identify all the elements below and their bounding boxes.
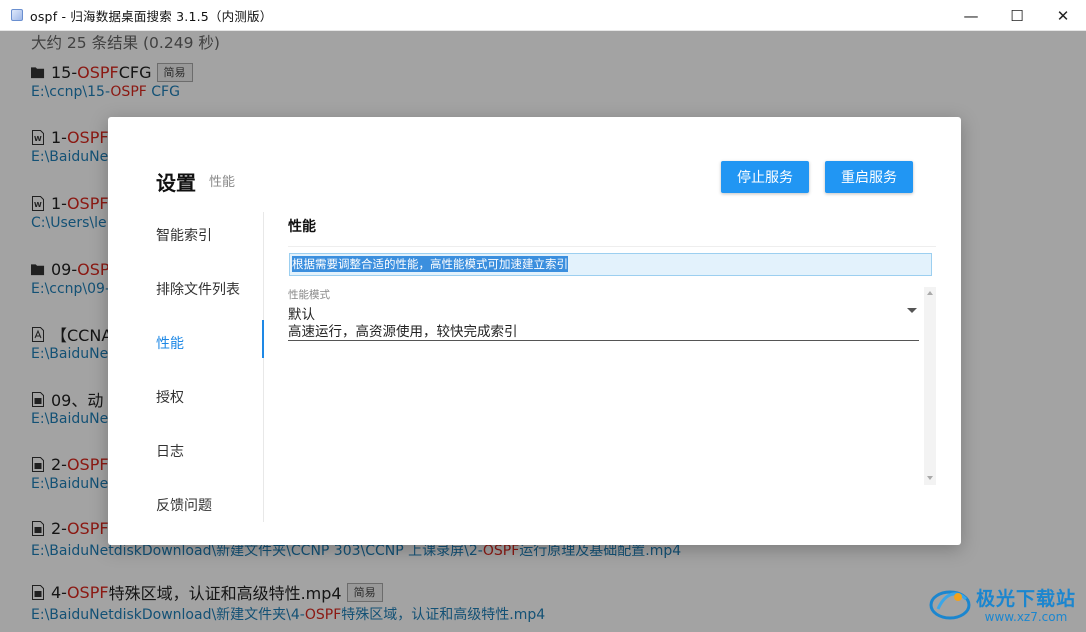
nav-item-performance[interactable]: 性能 [156,333,184,353]
settings-nav: 智能索引 排除文件列表 性能 授权 日志 反馈问题 [108,212,264,522]
section-divider [288,246,936,247]
performance-mode-label: 性能模式 [288,289,330,301]
window-title: ospf - 归海数据桌面搜索 3.1.5（内测版） [30,8,273,24]
nav-item-log[interactable]: 日志 [156,441,184,461]
watermark-url: www.xz7.com [984,610,1068,624]
dialog-title: 设置 [156,171,196,195]
performance-hint-text: 根据需要调整合适的性能，高性能模式可加速建立索引 [292,256,568,272]
maximize-button[interactable]: ☐ [994,0,1040,31]
section-title: 性能 [288,219,316,235]
close-button[interactable]: ✕ [1040,0,1086,31]
dialog-subtitle: 性能 [209,175,236,190]
minimize-button[interactable]: — [948,0,994,31]
performance-mode-description: 高速运行，高资源使用，较快完成索引 [288,324,518,340]
watermark: 极光下载站 www.xz7.com [928,584,1076,624]
nav-item-license[interactable]: 授权 [156,387,184,407]
app-icon [11,9,23,21]
nav-item-smart-index[interactable]: 智能索引 [156,225,212,245]
dropdown-arrow-icon[interactable] [907,308,917,313]
select-underline [288,340,919,341]
active-nav-indicator [262,320,264,358]
panel-scrollbar[interactable] [924,287,936,485]
watermark-brand: 极光下载站 [975,588,1076,610]
nav-item-feedback[interactable]: 反馈问题 [156,495,212,515]
settings-dialog: 设置 性能 停止服务 重启服务 智能索引 排除文件列表 性能 授权 日志 反馈问… [108,117,961,545]
performance-hint-field[interactable]: 根据需要调整合适的性能，高性能模式可加速建立索引 [289,253,932,276]
performance-panel: 性能模式 默认 高速运行，高资源使用，较快完成索引 [288,287,936,485]
window-controls: — ☐ ✕ [948,0,1086,31]
restart-service-button[interactable]: 重启服务 [825,161,913,193]
nav-item-exclude-list[interactable]: 排除文件列表 [156,279,240,299]
scroll-down-arrow-icon[interactable] [927,476,933,480]
stop-service-button[interactable]: 停止服务 [721,161,809,193]
scroll-up-arrow-icon[interactable] [927,291,933,295]
watermark-logo-icon [929,590,971,620]
title-bar: ospf - 归海数据桌面搜索 3.1.5（内测版） — ☐ ✕ [0,0,1086,31]
